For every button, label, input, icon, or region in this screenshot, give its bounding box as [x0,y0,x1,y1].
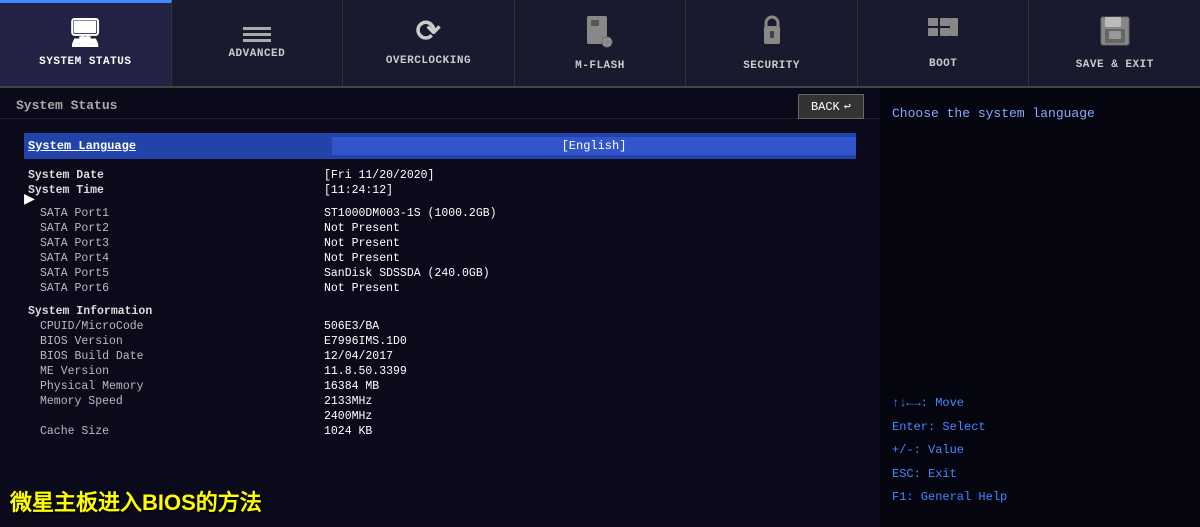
sata-port1-label: SATA Port1 [24,207,324,220]
system-date-value: [Fri 11/20/2020] [324,169,856,182]
watermark-text: 微星主板进入BIOS的方法 [10,485,262,517]
main-area: System Status BACK ↩ ▶ System Language [… [0,88,1200,527]
bios-build-date-row: BIOS Build Date 12/04/2017 [24,350,856,363]
sata-port3-value: Not Present [324,237,856,250]
nav-item-mflash[interactable]: M-Flash [515,0,687,86]
sata-port2-value: Not Present [324,222,856,235]
key-hint-f1: F1: General Help [892,487,1188,509]
nav-label-boot: Boot [929,58,957,70]
sata-port5-row: SATA Port5 SanDisk SDSSDA (240.0GB) [24,267,856,280]
me-version-row: ME Version 11.8.50.3399 [24,365,856,378]
system-information-section: System Information [24,305,856,318]
sata-port1-row: SATA Port1 ST1000DM003-1S (1000.2GB) [24,207,856,220]
memory-speed-value: 2133MHz [324,395,856,408]
nav-label-save-exit: Save & Exit [1076,59,1154,71]
bios-version-row: BIOS Version E7996IMS.1D0 [24,335,856,348]
system-time-row: System Time [11:24:12] [24,184,856,197]
sata-port3-row: SATA Port3 Not Present [24,237,856,250]
physical-memory-label: Physical Memory [24,380,324,393]
bios-version-value: E7996IMS.1D0 [324,335,856,348]
key-help: ↑↓←→: Move Enter: Select +/-: Value ESC:… [892,393,1188,511]
help-text: Choose the system language [892,104,1188,125]
back-label: BACK [811,100,840,114]
bios-build-date-label: BIOS Build Date [24,350,324,363]
right-panel: Choose the system language ↑↓←→: Move En… [880,88,1200,527]
nav-item-overclocking[interactable]: ⟳ Overclocking [343,0,515,86]
nav-label-system-status: System Status [39,56,131,68]
key-hint-move: ↑↓←→: Move [892,393,1188,415]
sata-port1-value: ST1000DM003-1S (1000.2GB) [324,207,856,220]
physical-memory-value: 16384 MB [324,380,856,393]
me-version-label: ME Version [24,365,324,378]
sata-port6-value: Not Present [324,282,856,295]
memory-speed2-row: 2400MHz [24,410,856,423]
nav-label-mflash: M-Flash [575,60,625,72]
system-language-value: [English] [332,137,856,155]
cache-size-row: Cache Size 1024 KB [24,425,856,438]
left-panel: System Status BACK ↩ ▶ System Language [… [0,88,880,527]
nav-label-security: Security [743,60,800,72]
save-exit-icon [1099,15,1131,53]
cpuid-value: 506E3/BA [324,320,856,333]
key-hint-enter: Enter: Select [892,417,1188,439]
boot-icon [926,16,960,52]
content-area: System Language [English] System Date [F… [0,119,880,448]
physical-memory-row: Physical Memory 16384 MB [24,380,856,393]
back-button[interactable]: BACK ↩ [798,94,864,119]
sata-port5-label: SATA Port5 [24,267,324,280]
nav-label-advanced: Advanced [228,48,285,60]
system-language-label: System Language [24,139,324,153]
memory-speed-label: Memory Speed [24,395,324,408]
sata-port3-label: SATA Port3 [24,237,324,250]
system-date-row: System Date [Fri 11/20/2020] [24,169,856,182]
bios-version-label: BIOS Version [24,335,324,348]
overclocking-icon: ⟳ [416,19,442,49]
sata-port2-row: SATA Port2 Not Present [24,222,856,235]
sata-port5-value: SanDisk SDSSDA (240.0GB) [324,267,856,280]
sata-port4-label: SATA Port4 [24,252,324,265]
mflash-icon [583,14,617,54]
me-version-value: 11.8.50.3399 [324,365,856,378]
cache-size-label: Cache Size [24,425,324,438]
nav-item-boot[interactable]: Boot [858,0,1030,86]
key-hint-value: +/-: Value [892,440,1188,462]
memory-speed-row: Memory Speed 2133MHz [24,395,856,408]
system-language-row[interactable]: System Language [English] [24,133,856,159]
cache-size-value: 1024 KB [324,425,856,438]
key-hint-esc: ESC: Exit [892,464,1188,486]
system-time-value: [11:24:12] [324,184,856,197]
sata-port6-row: SATA Port6 Not Present [24,282,856,295]
cpuid-label: CPUID/MicroCode [24,320,324,333]
nav-item-save-exit[interactable]: Save & Exit [1029,0,1200,86]
back-arrow-icon: ↩ [844,99,851,114]
bios-build-date-value: 12/04/2017 [324,350,856,363]
cursor-indicator: ▶ [24,188,35,210]
data-rows: System Date [Fri 11/20/2020] System Time… [24,169,856,438]
memory-speed2-value: 2400MHz [324,410,856,423]
sata-port2-label: SATA Port2 [24,222,324,235]
section-title: System Status [16,98,117,113]
security-icon [757,14,787,54]
advanced-icon [243,27,271,42]
top-navigation: System Status Advanced ⟳ Overclocking M-… [0,0,1200,88]
cpuid-row: CPUID/MicroCode 506E3/BA [24,320,856,333]
system-time-label: System Time [24,184,324,197]
nav-item-security[interactable]: Security [686,0,858,86]
nav-item-advanced[interactable]: Advanced [172,0,344,86]
sata-port4-row: SATA Port4 Not Present [24,252,856,265]
sata-port6-label: SATA Port6 [24,282,324,295]
monitor-icon [67,22,103,50]
sata-port4-value: Not Present [324,252,856,265]
system-date-label: System Date [24,169,324,182]
nav-item-system-status[interactable]: System Status [0,0,172,86]
nav-label-overclocking: Overclocking [386,55,471,67]
system-information-label: System Information [24,305,324,318]
